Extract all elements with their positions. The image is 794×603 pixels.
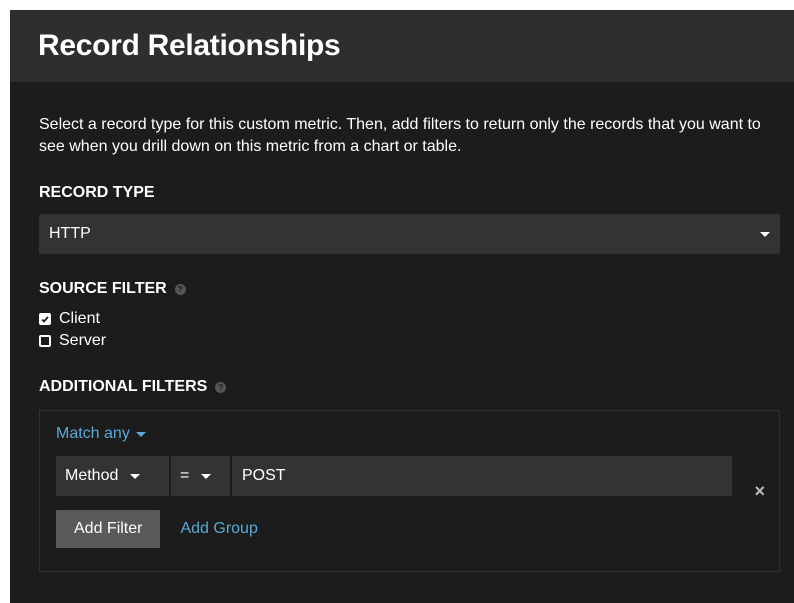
filter-group: Match any Method = POST × Add Filter Add… [39,410,780,572]
filter-value-input[interactable]: POST [232,456,732,496]
chevron-down-icon [760,231,770,237]
filter-row: Method = POST [56,456,763,496]
record-type-select[interactable]: HTTP [39,214,780,254]
source-filter-client[interactable]: Client [39,308,765,330]
server-label: Server [59,332,107,349]
filter-field-value: Method [65,467,119,484]
checkbox-checked-icon[interactable] [39,313,51,325]
filter-field-select[interactable]: Method [56,456,171,496]
match-any-label: Match any [56,425,130,442]
source-filter-label-text: SOURCE FILTER [39,280,167,297]
help-icon[interactable]: ? [215,381,227,393]
source-filter-server[interactable]: Server [39,330,765,352]
filter-operator-value: = [180,467,190,484]
checkmark-icon [41,315,49,323]
client-label: Client [59,310,100,327]
filter-value-text: POST [242,467,286,484]
record-type-label-text: RECORD TYPE [39,184,155,201]
record-type-label: RECORD TYPE [39,184,765,202]
source-filter-label: SOURCE FILTER ? [39,280,765,298]
close-icon[interactable]: × [754,482,765,500]
chevron-down-icon [201,473,212,479]
description-text: Select a record type for this custom met… [39,116,761,155]
page-title: Record Relationships [38,29,341,62]
filter-actions: Add Filter Add Group [56,510,763,548]
record-relationships-panel: Record Relationships Select a record typ… [10,10,794,603]
add-filter-button[interactable]: Add Filter [56,510,161,548]
panel-content: Select a record type for this custom met… [10,82,794,572]
panel-header: Record Relationships [10,10,794,82]
add-group-link[interactable]: Add Group [180,520,257,538]
additional-filters-label-text: ADDITIONAL FILTERS [39,378,208,395]
additional-filters-label: ADDITIONAL FILTERS ? [39,378,765,396]
record-type-value: HTTP [49,225,91,242]
help-icon[interactable]: ? [174,283,186,295]
match-any-dropdown[interactable]: Match any [56,425,146,443]
chevron-down-icon [130,473,141,479]
checkbox-unchecked-icon[interactable] [39,335,51,347]
chevron-down-icon [135,431,146,437]
filter-operator-select[interactable]: = [171,456,232,496]
